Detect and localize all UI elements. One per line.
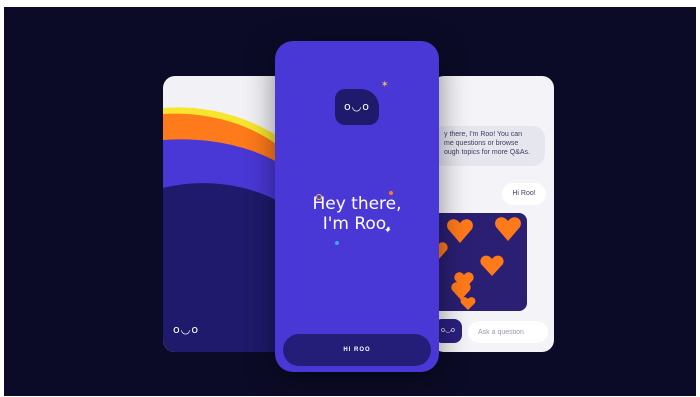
welcome-headline: Hey there, I'm Roo. [275, 194, 439, 234]
left-phone-screen: o◡o [163, 76, 286, 352]
headline-line-2: I'm Roo. [322, 214, 392, 234]
roo-message-line: y there, I'm Roo! You can [444, 131, 522, 138]
showcase-canvas: o◡o y there, I'm Roo! You can me questio… [4, 7, 696, 396]
roo-message-bubble: y there, I'm Roo! You can me questions o… [432, 126, 545, 166]
ask-question-input[interactable] [468, 321, 548, 343]
sparkle-icon: ✶ [381, 79, 389, 89]
roo-logo: o◡o [173, 323, 200, 336]
sparkle-dot-icon [335, 241, 339, 245]
center-phone-welcome: o◡o ✶ ✦ Hey there, I'm Roo. HI ROO [275, 41, 439, 372]
hi-roo-button[interactable]: HI ROO [283, 334, 431, 366]
headline-line-1: Hey there, [312, 194, 402, 214]
hearts-illustration [432, 217, 521, 310]
right-phone-chat: y there, I'm Roo! You can me questions o… [432, 76, 554, 352]
roo-message-line: ough topics for more Q&As. [444, 149, 530, 156]
rainbow-illustration [163, 107, 286, 352]
user-message-bubble: Hi Roo! [502, 183, 546, 205]
hearts-image-card[interactable] [432, 213, 527, 311]
roo-logo: o◡o [335, 89, 379, 125]
roo-message-line: me questions or browse [444, 140, 519, 147]
